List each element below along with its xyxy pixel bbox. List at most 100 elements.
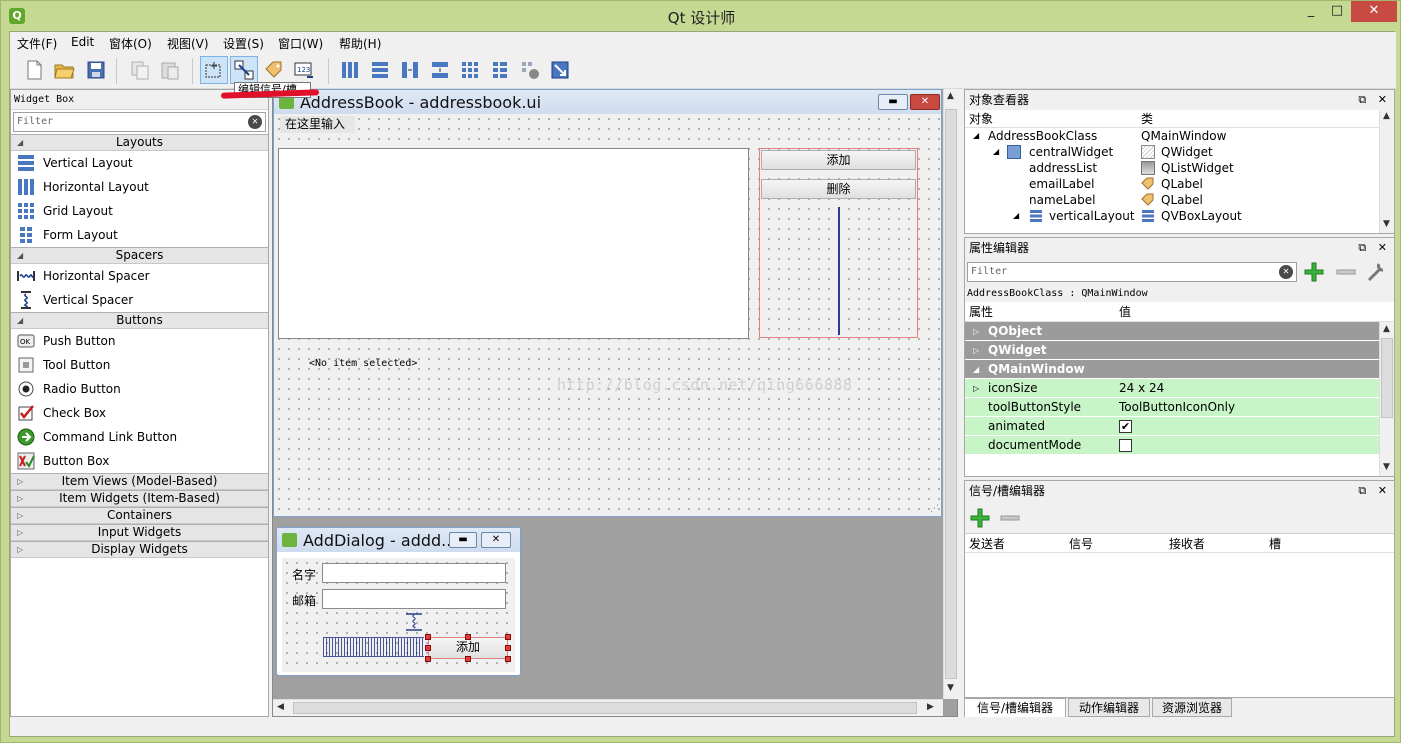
widget-tool-button[interactable]: Tool Button bbox=[11, 353, 268, 377]
mdi-vertical-scrollbar[interactable]: ▲ ▼ bbox=[943, 89, 958, 699]
widget-vertical-layout[interactable]: Vertical Layout bbox=[11, 151, 268, 175]
tree-row[interactable]: ◢ centralWidget QWidget bbox=[965, 144, 1394, 160]
scroll-down-icon[interactable]: ▼ bbox=[947, 683, 954, 693]
widget-filter-input[interactable]: Filter ✕ bbox=[13, 112, 266, 132]
selection-handle[interactable] bbox=[505, 656, 511, 662]
wrench-icon[interactable] bbox=[1365, 260, 1387, 284]
property-row[interactable]: animated ✔ bbox=[965, 417, 1394, 436]
animated-checkbox[interactable]: ✔ bbox=[1119, 420, 1132, 433]
layout-vertical-icon[interactable] bbox=[366, 56, 394, 84]
add-connection-icon[interactable] bbox=[969, 507, 991, 529]
name-input[interactable] bbox=[322, 563, 506, 583]
layout-v-splitter-icon[interactable] bbox=[426, 56, 454, 84]
property-filter-input[interactable]: Filter ✕ bbox=[967, 262, 1297, 282]
menu-window[interactable]: 窗口(W) bbox=[278, 35, 323, 52]
scroll-right-icon[interactable]: ▶ bbox=[927, 702, 934, 712]
remove-property-icon[interactable] bbox=[1335, 261, 1357, 283]
tab-resource-browser[interactable]: 资源浏览器 bbox=[1152, 698, 1232, 717]
selection-handle[interactable] bbox=[425, 656, 431, 662]
property-value[interactable]: ToolButtonIconOnly bbox=[1119, 398, 1235, 417]
close-button[interactable]: ✕ bbox=[1351, 1, 1397, 22]
edit-signals-slots-icon[interactable] bbox=[230, 56, 258, 84]
subwindow-close-button[interactable]: ✕ bbox=[910, 94, 940, 110]
menu-edit[interactable]: Edit bbox=[71, 35, 94, 49]
dock-float-close-icon[interactable]: ⧉ ✕ bbox=[1358, 238, 1391, 258]
object-inspector-scrollbar[interactable]: ▲ ▼ bbox=[1379, 110, 1394, 233]
category-item-widgets[interactable]: ▷ Item Widgets (Item-Based) bbox=[11, 490, 268, 507]
property-row[interactable]: toolButtonStyle ToolButtonIconOnly bbox=[965, 398, 1394, 417]
property-row[interactable]: ▷ iconSize 24 x 24 bbox=[965, 379, 1394, 398]
widget-horizontal-spacer[interactable]: Horizontal Spacer bbox=[11, 264, 268, 288]
menu-view[interactable]: 视图(V) bbox=[167, 35, 209, 52]
addressbook-form-titlebar[interactable]: AddressBook - addressbook.ui ▬ ✕ bbox=[274, 90, 941, 114]
widget-grid-layout[interactable]: Grid Layout bbox=[11, 199, 268, 223]
dock-float-close-icon[interactable]: ⧉ ✕ bbox=[1358, 481, 1391, 501]
break-layout-icon[interactable] bbox=[516, 56, 544, 84]
minimize-button[interactable]: _ bbox=[1297, 1, 1325, 22]
selection-handle[interactable] bbox=[465, 656, 471, 662]
property-group-qmainwindow[interactable]: ◢ QMainWindow bbox=[965, 360, 1394, 379]
vertical-layout-box[interactable]: 添加 删除 bbox=[759, 148, 918, 338]
scroll-left-icon[interactable]: ◀ bbox=[277, 702, 284, 712]
open-folder-icon[interactable] bbox=[50, 56, 78, 84]
layout-grid-icon[interactable] bbox=[456, 56, 484, 84]
category-containers[interactable]: ▷ Containers bbox=[11, 507, 268, 524]
tab-signal-slot-editor[interactable]: 信号/槽编辑器 bbox=[964, 698, 1066, 717]
scroll-down-icon[interactable]: ▼ bbox=[1383, 462, 1390, 472]
clear-filter-icon[interactable]: ✕ bbox=[1279, 265, 1293, 279]
scroll-thumb[interactable] bbox=[945, 109, 957, 679]
category-layouts[interactable]: ◢ Layouts bbox=[11, 134, 268, 151]
widget-radio-button[interactable]: Radio Button bbox=[11, 377, 268, 401]
paste-icon[interactable] bbox=[156, 56, 184, 84]
scroll-thumb[interactable] bbox=[1381, 338, 1393, 418]
edit-tab-order-icon[interactable]: 123 bbox=[290, 56, 318, 84]
widget-push-button[interactable]: OK Push Button bbox=[11, 329, 268, 353]
menu-form[interactable]: 窗体(O) bbox=[109, 35, 152, 52]
tree-row[interactable]: ◢ verticalLayout QVBoxLayout bbox=[965, 208, 1394, 224]
menu-placeholder[interactable]: 在这里输入 bbox=[280, 116, 355, 133]
dialog-horizontal-spacer[interactable] bbox=[323, 637, 424, 657]
document-mode-checkbox[interactable] bbox=[1119, 439, 1132, 452]
new-file-icon[interactable] bbox=[20, 56, 48, 84]
tree-row[interactable]: ◢ AddressBookClass QMainWindow bbox=[965, 128, 1394, 144]
category-item-views[interactable]: ▷ Item Views (Model-Based) bbox=[11, 473, 268, 490]
menu-help[interactable]: 帮助(H) bbox=[339, 35, 381, 52]
layout-h-splitter-icon[interactable] bbox=[396, 56, 424, 84]
property-group-qobject[interactable]: ▷ QObject bbox=[965, 322, 1394, 341]
copy-icon[interactable] bbox=[126, 56, 154, 84]
adddialog-canvas[interactable]: 名字 邮箱 添加 bbox=[282, 558, 515, 672]
property-row[interactable]: documentMode bbox=[965, 436, 1394, 455]
add-property-icon[interactable] bbox=[1303, 261, 1325, 283]
selection-handle[interactable] bbox=[505, 634, 511, 640]
email-input[interactable] bbox=[322, 589, 506, 609]
tree-row[interactable]: nameLabel QLabel bbox=[965, 192, 1394, 208]
address-list-widget[interactable] bbox=[278, 148, 749, 339]
adddialog-form-window[interactable]: AddDialog - addd... ▬ ✕ 名字 邮箱 添加 bbox=[276, 527, 521, 676]
property-group-qwidget[interactable]: ▷ QWidget bbox=[965, 341, 1394, 360]
tree-row[interactable]: addressList QListWidget bbox=[965, 160, 1394, 176]
addressbook-form-window[interactable]: AddressBook - addressbook.ui ▬ ✕ 在这里输入 添… bbox=[273, 89, 942, 517]
delete-button[interactable]: 删除 bbox=[761, 179, 916, 199]
widget-check-box[interactable]: Check Box bbox=[11, 401, 268, 425]
menu-settings[interactable]: 设置(S) bbox=[223, 35, 264, 52]
adjust-size-icon[interactable] bbox=[546, 56, 574, 84]
layout-form-icon[interactable] bbox=[486, 56, 514, 84]
tab-action-editor[interactable]: 动作编辑器 bbox=[1068, 698, 1150, 717]
remove-connection-icon[interactable] bbox=[999, 507, 1021, 529]
property-editor-scrollbar[interactable]: ▲ ▼ bbox=[1379, 322, 1394, 476]
subwindow-minimize-button[interactable]: ▬ bbox=[878, 94, 908, 110]
widget-vertical-spacer[interactable]: Vertical Spacer bbox=[11, 288, 268, 312]
selection-handle[interactable] bbox=[505, 645, 511, 651]
dialog-minimize-button[interactable]: ▬ bbox=[449, 532, 477, 548]
clear-filter-icon[interactable]: ✕ bbox=[248, 115, 262, 129]
selection-handle[interactable] bbox=[425, 634, 431, 640]
layout-horizontal-icon[interactable] bbox=[336, 56, 364, 84]
category-input-widgets[interactable]: ▷ Input Widgets bbox=[11, 524, 268, 541]
scroll-up-icon[interactable]: ▲ bbox=[947, 91, 954, 101]
category-spacers[interactable]: ◢ Spacers bbox=[11, 247, 268, 264]
scroll-up-icon[interactable]: ▲ bbox=[1383, 111, 1390, 121]
menu-file[interactable]: 文件(F) bbox=[17, 35, 57, 52]
mdi-horizontal-scrollbar[interactable]: ◀ ▶ bbox=[273, 699, 943, 716]
widget-form-layout[interactable]: Form Layout bbox=[11, 223, 268, 247]
scroll-thumb[interactable] bbox=[293, 702, 917, 714]
